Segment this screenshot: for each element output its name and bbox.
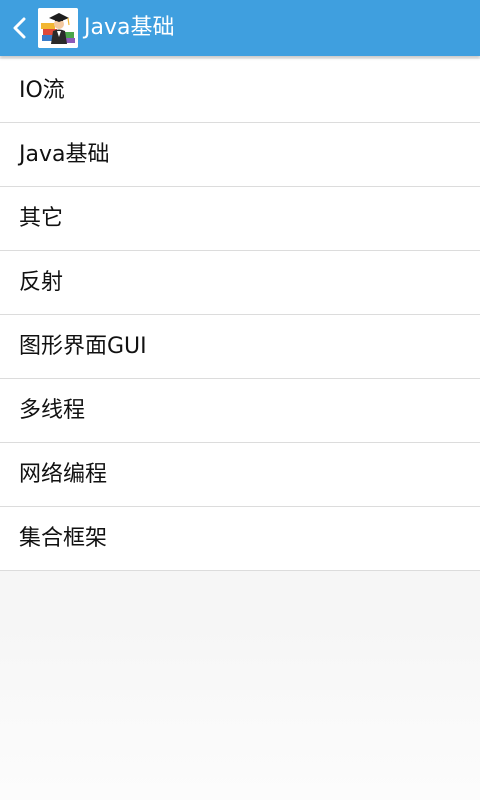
list-item-label: IO流 [19, 78, 65, 103]
list-item-label: Java基础 [19, 142, 110, 167]
list-item[interactable]: 反射 [0, 251, 480, 315]
list-item-label: 网络编程 [19, 462, 108, 487]
list-item-label: 反射 [19, 270, 64, 295]
back-button[interactable] [6, 8, 36, 48]
category-list: IO流 Java基础 其它 反射 图形界面GUI 多线程 网络编程 集合框架 [0, 59, 480, 571]
list-item[interactable]: 图形界面GUI [0, 315, 480, 379]
list-item[interactable]: 多线程 [0, 379, 480, 443]
list-item-label: 图形界面GUI [19, 334, 147, 359]
list-item[interactable]: IO流 [0, 59, 480, 123]
action-bar: Java基础 [0, 0, 480, 56]
list-item-label: 多线程 [19, 398, 86, 423]
list-item[interactable]: 网络编程 [0, 443, 480, 507]
list-item[interactable]: 其它 [0, 187, 480, 251]
list-item[interactable]: 集合框架 [0, 507, 480, 571]
list-item-label: 其它 [19, 206, 64, 231]
graduate-books-logo [38, 8, 78, 48]
action-bar-title: Java基础 [84, 15, 175, 40]
list-item[interactable]: Java基础 [0, 123, 480, 187]
list-item-label: 集合框架 [19, 526, 108, 551]
app-logo [38, 8, 78, 48]
chevron-left-icon [13, 17, 26, 39]
